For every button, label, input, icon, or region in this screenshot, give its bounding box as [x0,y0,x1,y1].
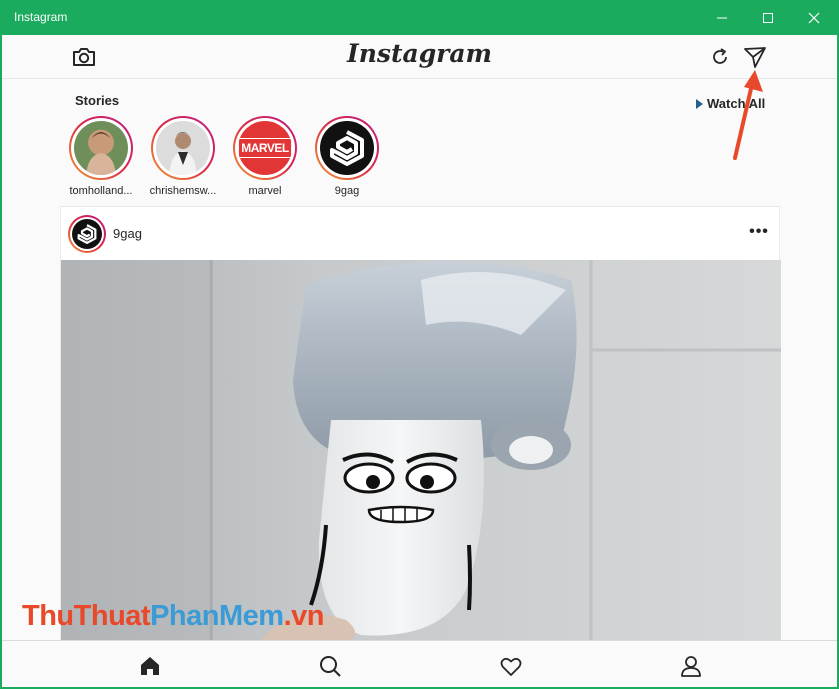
post-image[interactable] [61,260,781,640]
home-button[interactable] [137,653,163,679]
story-item-marvel[interactable]: MARVEL marvel [223,116,307,197]
play-icon [696,98,703,109]
refresh-icon [713,48,727,64]
more-options-button[interactable]: ••• [747,223,771,243]
9gag-logo-icon [330,130,364,166]
close-icon [808,12,820,23]
maximize-icon [763,12,773,23]
minimize-icon [717,17,727,18]
story-avatar-tomholland [74,121,128,175]
window-titlebar: Instagram [0,0,839,35]
toilet-paper-photo [61,260,781,640]
feed-post: 9gag ••• [60,207,781,640]
app-header: Instagram [2,35,837,79]
minimize-button[interactable] [699,0,745,35]
story-name: 9gag [334,185,360,197]
stories-label: Stories [75,93,120,108]
story-avatar-9gag [320,121,374,175]
story-avatar-chrishemsworth [156,121,210,175]
heart-icon [500,657,522,676]
activity-button[interactable] [498,653,524,679]
post-username[interactable]: 9gag [113,226,142,241]
post-avatar[interactable] [68,215,106,253]
search-icon [320,656,341,677]
maximize-button[interactable] [745,0,791,35]
story-name: tomholland... [69,185,133,197]
story-name: chrishemsw... [149,185,217,197]
story-avatar-marvel: MARVEL [238,121,292,175]
marvel-logo: MARVEL [238,138,292,158]
9gag-logo-icon [77,224,97,244]
story-name: marvel [248,185,282,197]
profile-button[interactable] [678,653,704,679]
home-icon [141,657,159,675]
window-title: Instagram [14,10,68,24]
annotation-arrow [733,70,763,160]
post-header: 9gag ••• [61,207,781,260]
profile-icon [681,656,701,677]
bottom-navigation [2,640,837,687]
story-item-9gag[interactable]: 9gag [305,116,389,197]
story-item-tomholland[interactable]: tomholland... [59,116,143,197]
watermark: ThuThuatPhanMem.vn [22,600,324,632]
search-button[interactable] [317,653,343,679]
close-button[interactable] [791,0,837,35]
story-item-chrishemsworth[interactable]: chrishemsw... [141,116,225,197]
